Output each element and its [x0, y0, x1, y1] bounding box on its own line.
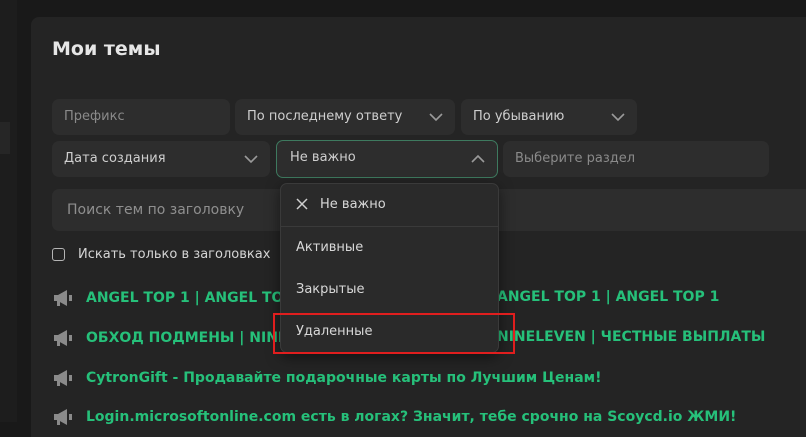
section-placeholder: Выберите раздел — [515, 151, 636, 166]
chevron-down-icon — [429, 113, 443, 122]
section-select[interactable]: Выберите раздел — [503, 141, 769, 177]
thread-row[interactable]: ANGEL TOP 1 | ANGEL TOP 1 — [52, 287, 308, 309]
order-select[interactable]: По убыванию — [461, 99, 637, 135]
titles-only-label: Искать только в заголовках — [78, 246, 271, 262]
dropdown-option-any[interactable]: Не важно — [281, 184, 498, 226]
megaphone-icon — [54, 409, 72, 425]
thread-row[interactable]: Login.microsoftonline.com есть в логах? … — [52, 406, 736, 428]
dropdown-option-active[interactable]: Активные — [281, 227, 498, 269]
left-sidebar-edge — [0, 0, 17, 422]
close-icon — [296, 197, 308, 210]
dropdown-option-label: Не важно — [320, 197, 386, 212]
thread-row[interactable]: ОБХОД ПОДМЕНЫ | NINELE — [52, 327, 306, 349]
status-select[interactable]: Не важно — [276, 140, 498, 178]
dropdown-option-closed[interactable]: Закрытые — [281, 269, 498, 311]
thread-title[interactable]: ANGEL TOP 1 | ANGEL TOP 1 — [86, 290, 308, 306]
page-title: Мои темы — [52, 38, 161, 60]
megaphone-icon — [54, 370, 72, 386]
chevron-down-icon — [244, 155, 258, 164]
prefix-placeholder: Префикс — [64, 109, 125, 124]
order-value: По убыванию — [473, 109, 565, 124]
megaphone-icon — [54, 330, 72, 346]
thread-row[interactable]: CytronGift - Продавайте подарочные карты… — [52, 367, 602, 389]
sort-by-select[interactable]: По последнему ответу — [235, 99, 455, 135]
titles-only-checkbox-row[interactable]: Искать только в заголовках — [52, 245, 270, 263]
sidebar-tab[interactable] — [0, 122, 10, 154]
highlight-box — [273, 313, 515, 354]
status-value: Не важно — [290, 150, 356, 165]
chevron-up-icon — [471, 154, 485, 163]
titles-only-checkbox[interactable] — [52, 247, 65, 261]
prefix-select[interactable]: Префикс — [52, 99, 230, 135]
date-value: Дата создания — [64, 151, 166, 166]
thread-title[interactable]: Login.microsoftonline.com есть в логах? … — [86, 409, 736, 425]
date-select[interactable]: Дата создания — [52, 141, 270, 177]
thread-title-continuation[interactable]: ANGEL TOP 1 | ANGEL TOP 1 — [497, 289, 719, 305]
chevron-down-icon — [611, 113, 625, 122]
sort-by-value: По последнему ответу — [247, 109, 403, 124]
search-placeholder: Поиск тем по заголовку — [67, 202, 245, 218]
thread-title-continuation[interactable]: NINELEVEN | ЧЕСТНЫЕ ВЫПЛАТЫ — [497, 329, 765, 345]
megaphone-icon — [54, 290, 72, 306]
thread-title[interactable]: CytronGift - Продавайте подарочные карты… — [86, 370, 602, 386]
